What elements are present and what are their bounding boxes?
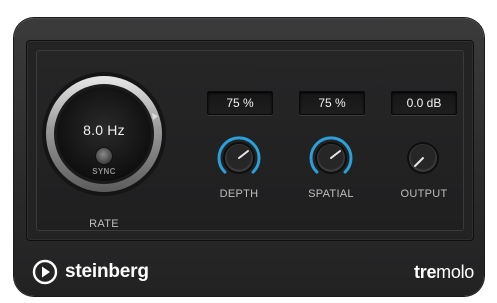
depth-value-field[interactable]: 75 % [207, 91, 273, 115]
play-circle-icon [32, 259, 58, 285]
output-value-field[interactable]: 0.0 dB [391, 91, 457, 115]
output-label: OUTPUT [400, 188, 448, 200]
spatial-value-field[interactable]: 75 % [299, 91, 365, 115]
rate-label: RATE [89, 218, 119, 230]
depth-knob[interactable] [215, 134, 263, 182]
sync-button[interactable] [96, 148, 112, 164]
depth-label: DEPTH [219, 188, 259, 200]
spatial-knob[interactable] [307, 134, 355, 182]
steinberg-logo: steinberg [32, 258, 149, 286]
sync-label: SYNC [92, 167, 116, 176]
spatial-label: SPATIAL [308, 188, 354, 200]
brand-name: steinberg [65, 261, 149, 282]
rate-value: 8.0 Hz [83, 122, 125, 138]
rate-knob[interactable]: 8.0 Hz SYNC [40, 70, 168, 198]
output-knob[interactable] [399, 134, 447, 182]
product-name: tremolo [404, 262, 474, 283]
product-name-bold: tre [414, 262, 437, 282]
product-name-rest: molo [436, 262, 474, 282]
